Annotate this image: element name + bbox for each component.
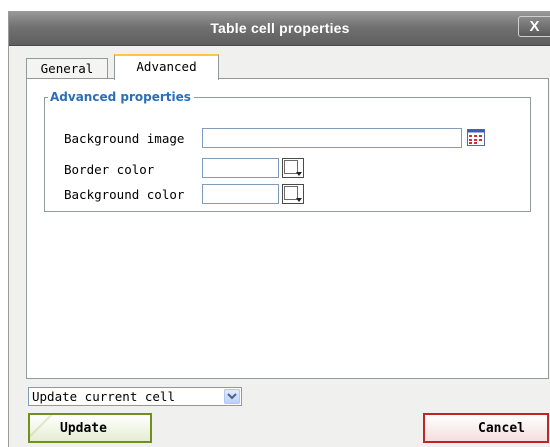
update-button-label: Update (60, 421, 107, 436)
background-color-input[interactable] (202, 184, 279, 204)
tab-general-label: General (40, 61, 94, 76)
tab-advanced[interactable]: Advanced (114, 54, 219, 80)
close-button[interactable]: X (518, 16, 550, 37)
background-image-input[interactable] (202, 128, 462, 148)
advanced-properties-legend: Advanced properties (50, 90, 191, 104)
update-scope-select[interactable]: Update current cell (28, 387, 242, 406)
cancel-button-label: Cancel (478, 421, 525, 436)
cancel-button[interactable]: Cancel (423, 413, 549, 443)
table-cell-properties-dialog: Table cell properties X General Advanced… (8, 11, 550, 447)
tab-advanced-label: Advanced (136, 59, 197, 74)
dialog-title: Table cell properties (210, 20, 350, 36)
tab-general[interactable]: General (26, 58, 108, 79)
chevron-down-icon[interactable] (224, 389, 240, 404)
advanced-panel: Advanced properties Background image Bor… (26, 78, 549, 379)
border-color-label: Border color (64, 162, 155, 177)
border-color-input[interactable] (202, 158, 279, 178)
background-color-label: Background color (64, 187, 185, 202)
color-picker-icon[interactable] (282, 158, 304, 178)
browse-file-icon[interactable] (467, 129, 485, 146)
update-button[interactable]: Update (28, 413, 152, 443)
close-icon: X (529, 18, 540, 35)
title-bar[interactable]: Table cell properties X (9, 11, 550, 46)
update-scope-value: Update current cell (32, 389, 175, 404)
background-image-label: Background image (64, 131, 185, 146)
color-picker-icon[interactable] (282, 184, 304, 204)
